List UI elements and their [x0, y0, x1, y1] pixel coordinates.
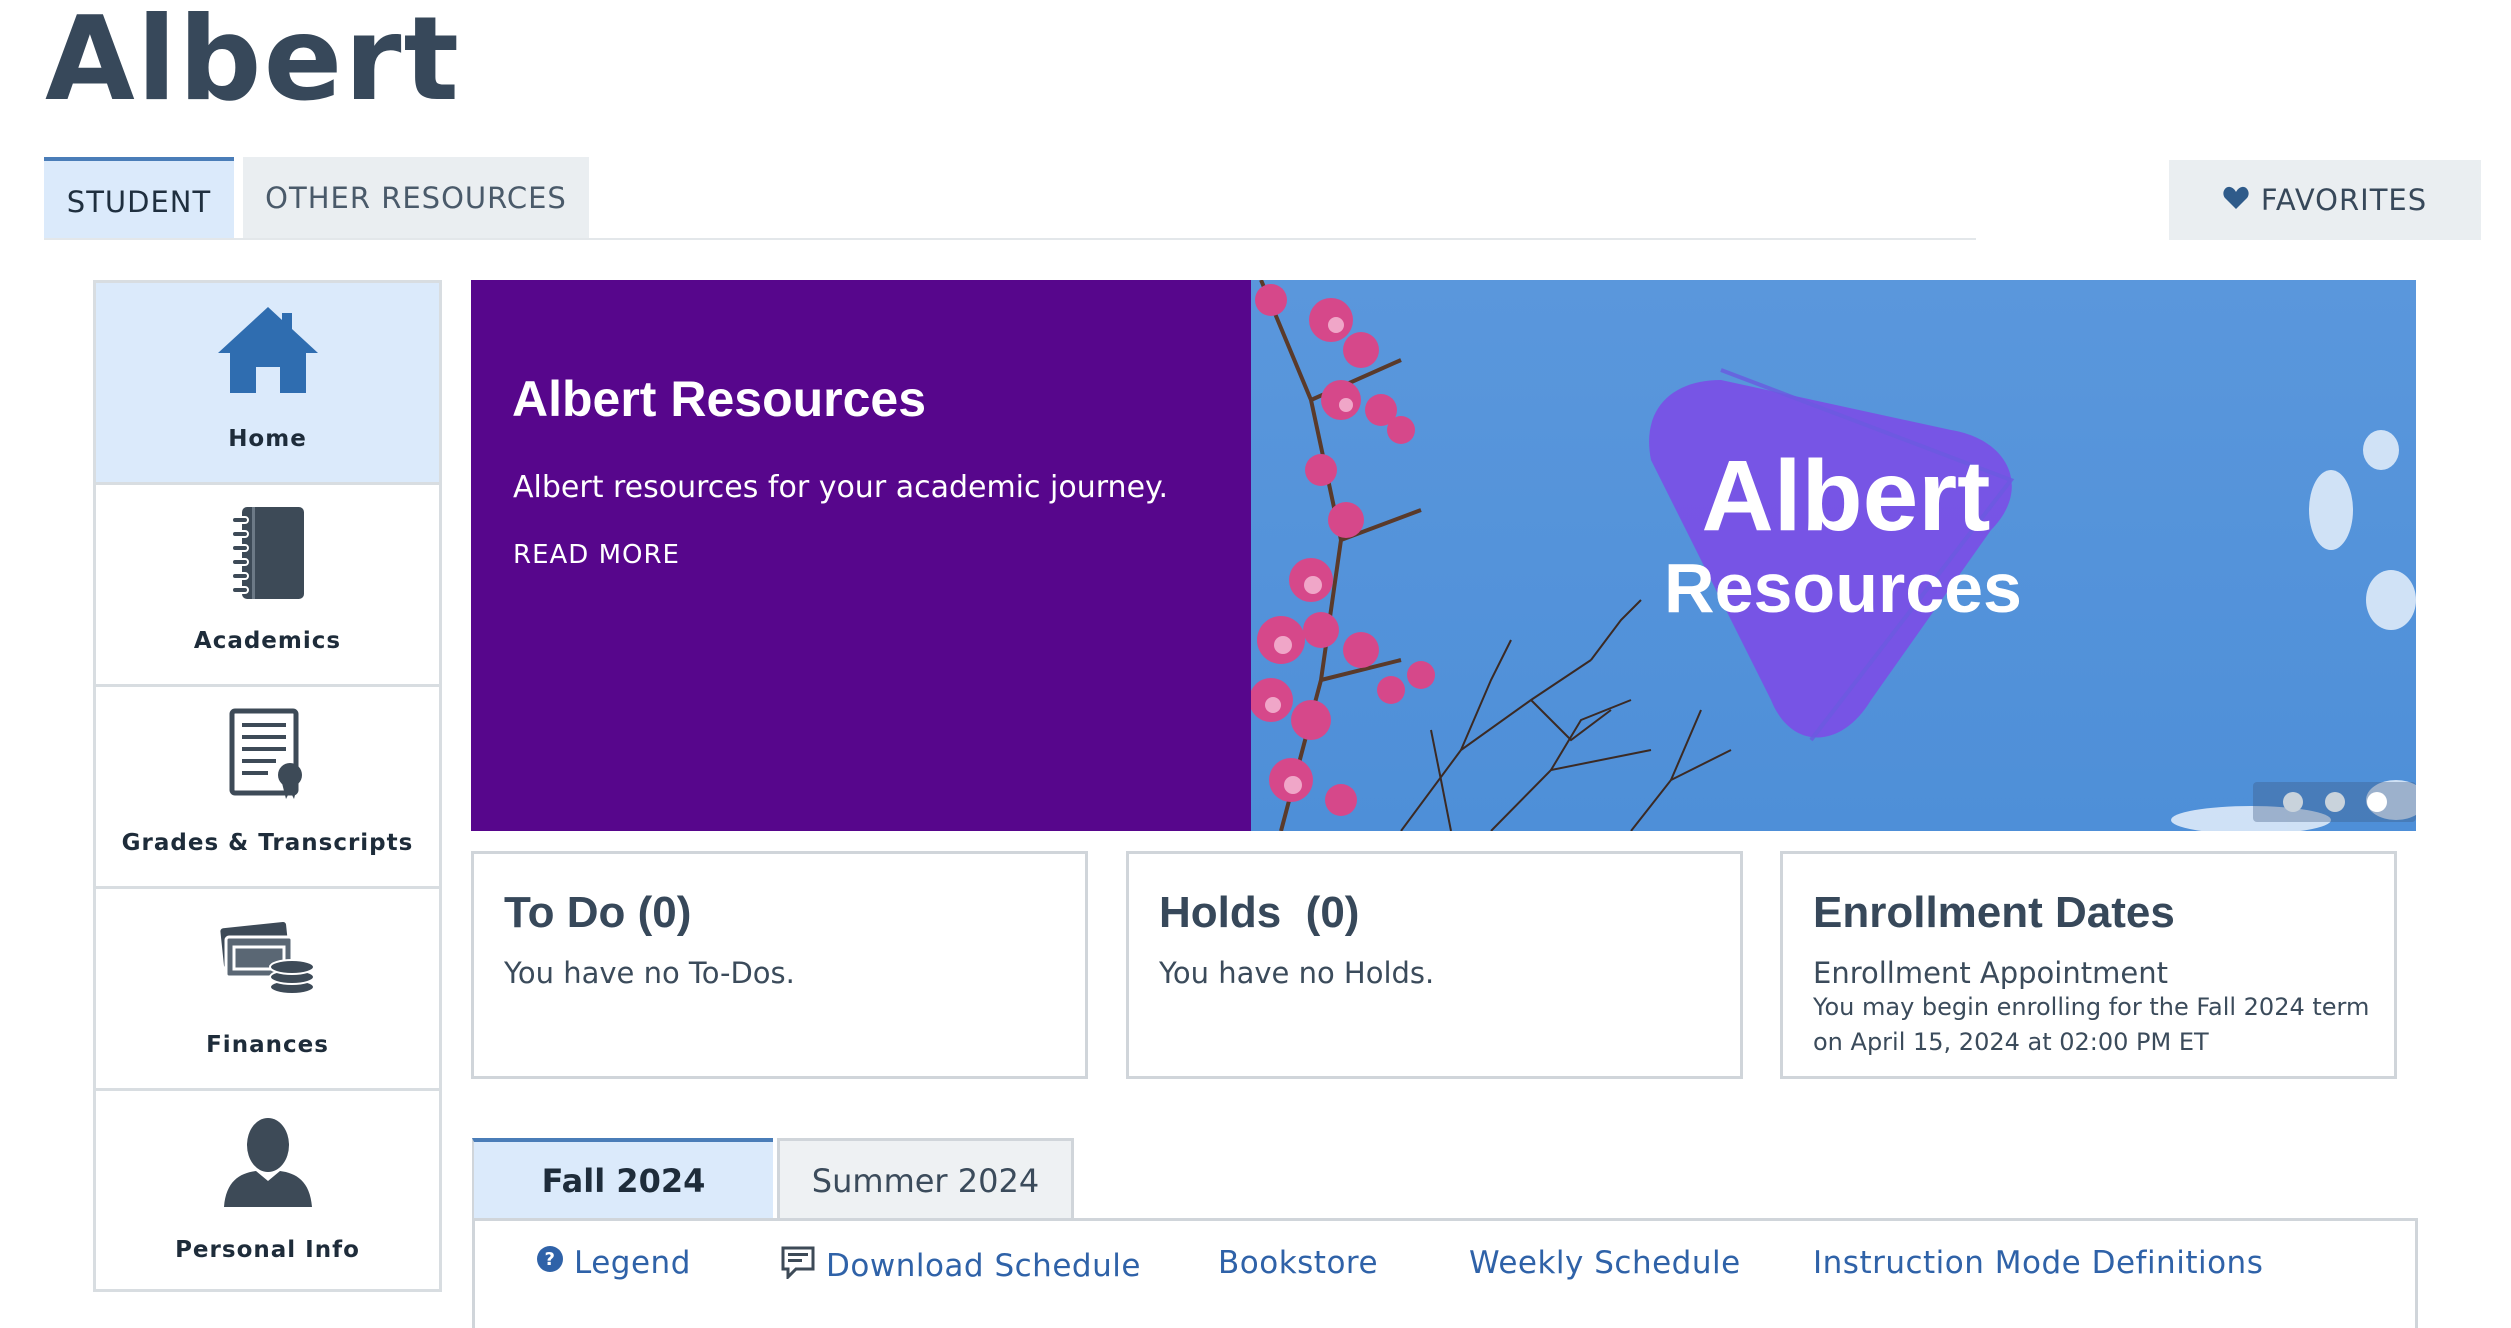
tab-student[interactable]: STUDENT [44, 157, 234, 239]
read-more-link[interactable]: READ MORE [513, 540, 680, 570]
favorites-label: FAVORITES [2260, 183, 2428, 217]
carousel-dots [2253, 782, 2416, 822]
heart-icon [2223, 183, 2249, 217]
bookstore-link[interactable]: Bookstore [1218, 1245, 1378, 1281]
money-icon [218, 917, 318, 1001]
banner-description: Albert resources for your academic journ… [513, 470, 1169, 505]
holds-text: You have no Holds. [1159, 956, 1435, 990]
tabs-divider [44, 238, 1976, 240]
nav-item-grades-transcripts[interactable]: Grades & Transcripts [96, 687, 439, 889]
nav-label-home: Home [228, 426, 307, 452]
todo-title: To Do (0) [504, 888, 692, 937]
banner-logo-text-1: Albert [1702, 440, 1991, 552]
enrollment-title: Enrollment Dates [1813, 888, 2175, 937]
nav-label-academics: Academics [193, 628, 342, 654]
home-icon [216, 305, 320, 399]
weekly-schedule-link[interactable]: Weekly Schedule [1469, 1245, 1741, 1281]
enrollment-card: Enrollment Dates Enrollment Appointment … [1780, 851, 2397, 1079]
transcript-icon [228, 707, 308, 805]
how-to-icon [780, 1245, 816, 1287]
banner-image: Albert Resources [1251, 280, 2416, 831]
tab-other-resources[interactable]: OTHER RESOURCES [243, 157, 589, 239]
download-schedule-label: Download Schedule [826, 1248, 1141, 1284]
term-panel: ? Legend Download Schedule Bookstore Wee… [472, 1218, 2418, 1328]
nav-item-home[interactable]: Home [96, 283, 439, 485]
legend-link[interactable]: ? Legend [536, 1245, 691, 1281]
todo-card: To Do (0) You have no To-Dos. [471, 851, 1088, 1079]
nav-label-finances: Finances [206, 1032, 329, 1058]
legend-label: Legend [574, 1245, 691, 1281]
carousel-dot-3[interactable] [2366, 792, 2387, 812]
nav-label-personal-info: Personal Info [175, 1237, 360, 1263]
enrollment-detail: You may begin enrolling for the Fall 202… [1813, 993, 2370, 1056]
holds-title: Holds (0) [1159, 888, 1360, 937]
nav-item-finances[interactable]: Finances [96, 889, 439, 1091]
enrollment-subtitle: Enrollment Appointment [1813, 956, 2168, 990]
tab-summer-2024[interactable]: Summer 2024 [777, 1138, 1074, 1220]
nav-item-academics[interactable]: Academics [96, 485, 439, 687]
download-schedule-link[interactable]: Download Schedule [780, 1245, 1141, 1287]
banner-text-panel: Albert Resources Albert resources for yo… [471, 280, 1251, 831]
notebook-icon [228, 505, 308, 605]
banner-carousel[interactable]: Albert Resources Albert resources for yo… [471, 280, 2416, 831]
favorites-button[interactable]: FAVORITES [2169, 160, 2481, 240]
person-icon [220, 1115, 316, 1213]
nav-label-grades: Grades & Transcripts [121, 830, 414, 856]
svg-text:?: ? [545, 1249, 556, 1270]
carousel-dot-2[interactable] [2324, 792, 2345, 812]
todo-text: You have no To-Dos. [504, 956, 795, 990]
holds-card: Holds (0) You have no Holds. [1126, 851, 1743, 1079]
nav-item-personal-info[interactable]: Personal Info [96, 1091, 439, 1293]
instruction-mode-link[interactable]: Instruction Mode Definitions [1813, 1245, 2263, 1281]
tab-fall-2024[interactable]: Fall 2024 [472, 1138, 773, 1220]
help-icon: ? [536, 1245, 564, 1281]
banner-title: Albert Resources [512, 371, 927, 427]
carousel-dot-1[interactable] [2282, 792, 2303, 812]
left-nav: Home Academics Grades & Transcripts Fina… [93, 280, 442, 1292]
banner-logo-text-2: Resources [1664, 549, 2022, 627]
app-title: Albert [45, 0, 461, 127]
